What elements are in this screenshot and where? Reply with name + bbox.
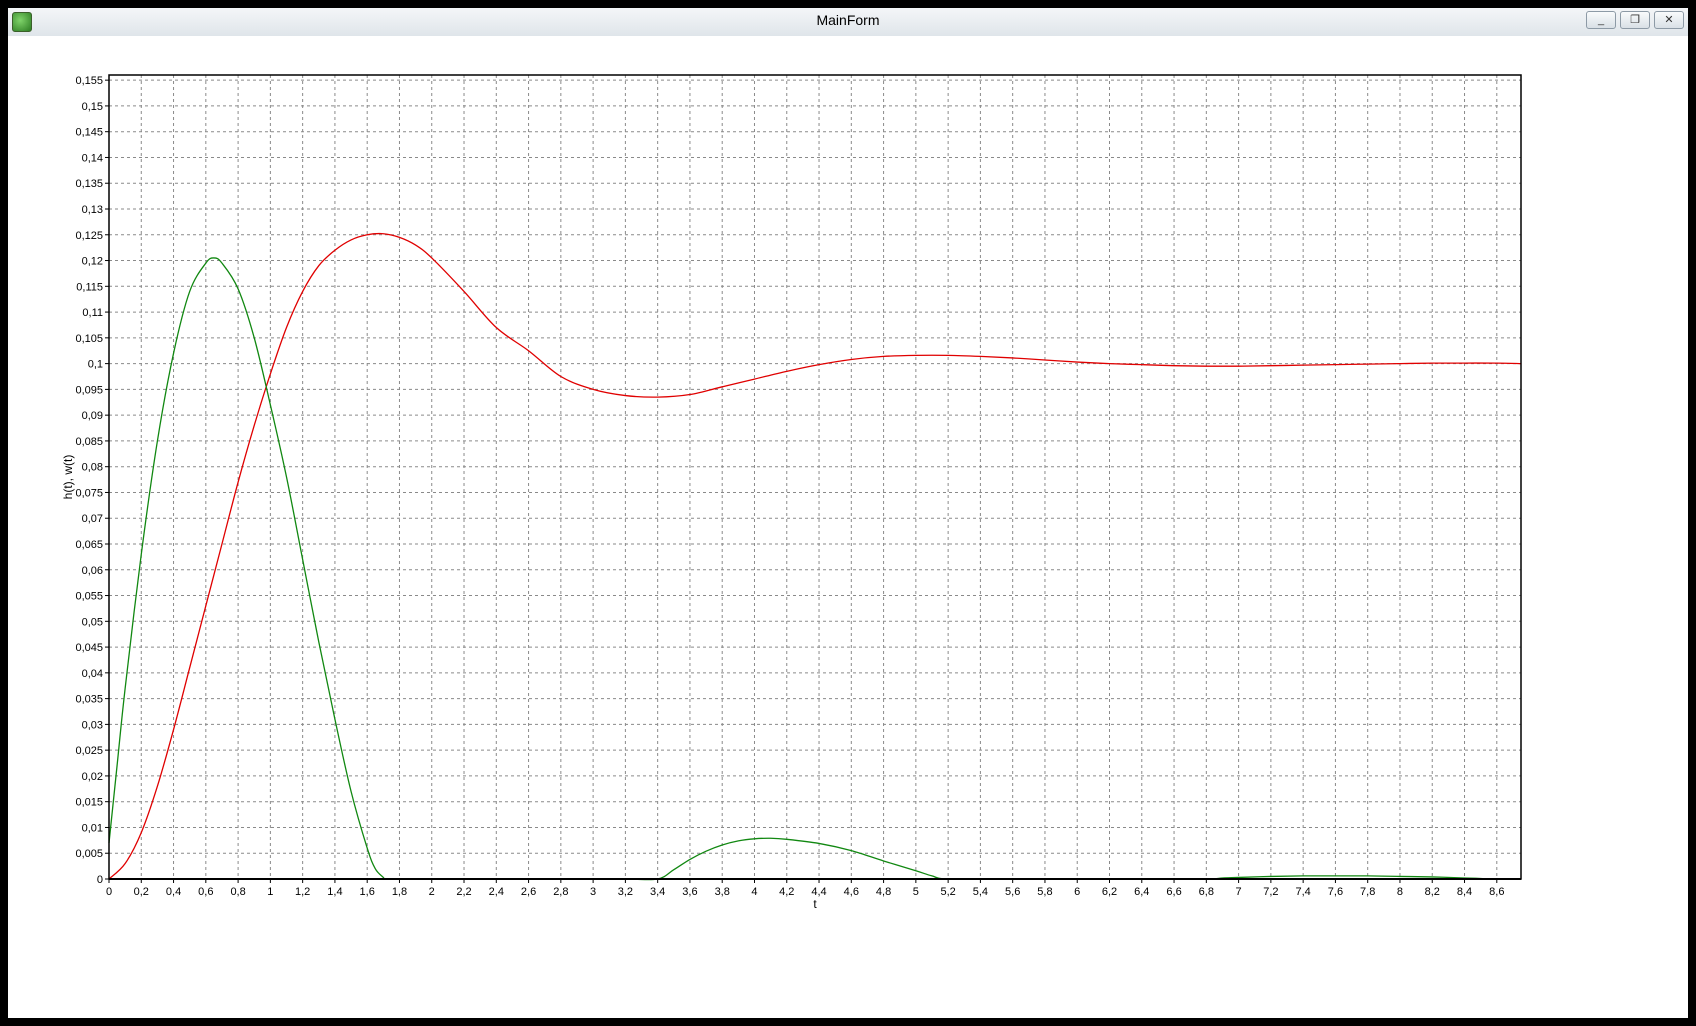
x-tick-label: 5,6 xyxy=(1005,886,1020,898)
x-tick-label: 7,4 xyxy=(1296,886,1311,898)
y-tick-label: 0,03 xyxy=(82,719,103,731)
x-tick-label: 4,2 xyxy=(779,886,794,898)
y-tick-label: 0,1 xyxy=(88,359,103,371)
x-tick-label: 7,2 xyxy=(1263,886,1278,898)
x-tick-label: 7,8 xyxy=(1360,886,1375,898)
x-tick-label: 8 xyxy=(1397,886,1403,898)
y-tick-label: 0,12 xyxy=(82,256,103,268)
minimize-icon: _ xyxy=(1597,14,1605,26)
y-tick-label: 0,105 xyxy=(75,333,103,345)
x-tick-label: 2,2 xyxy=(456,886,471,898)
x-tick-label: 8,4 xyxy=(1457,886,1472,898)
minimize-button[interactable]: _ xyxy=(1586,11,1616,29)
x-tick-label: 6 xyxy=(1074,886,1080,898)
x-tick-label: 5,4 xyxy=(973,886,988,898)
y-tick-label: 0,02 xyxy=(82,771,103,783)
x-tick-label: 2 xyxy=(429,886,435,898)
x-tick-label: 8,2 xyxy=(1425,886,1440,898)
x-tick-label: 3,2 xyxy=(618,886,633,898)
x-tick-label: 5,8 xyxy=(1037,886,1052,898)
y-tick-label: 0,005 xyxy=(75,848,103,860)
y-tick-label: 0,11 xyxy=(82,307,103,319)
x-tick-label: 0 xyxy=(106,886,112,898)
x-tick-label: 2,6 xyxy=(521,886,536,898)
x-tick-label: 1 xyxy=(267,886,273,898)
y-tick-label: 0,065 xyxy=(75,539,103,551)
y-tick-label: 0,075 xyxy=(75,487,103,499)
x-tick-label: 4 xyxy=(751,886,757,898)
x-tick-label: 4,6 xyxy=(844,886,859,898)
y-tick-label: 0,115 xyxy=(76,281,103,293)
x-tick-label: 3,4 xyxy=(650,886,665,898)
x-tick-label: 2,8 xyxy=(553,886,568,898)
x-tick-label: 6,4 xyxy=(1134,886,1149,898)
x-tick-label: 8,6 xyxy=(1489,886,1504,898)
y-tick-label: 0,055 xyxy=(75,591,103,603)
x-tick-label: 1,2 xyxy=(295,886,310,898)
y-tick-label: 0,15 xyxy=(82,101,103,113)
x-tick-label: 6,6 xyxy=(1166,886,1181,898)
y-tick-label: 0,025 xyxy=(75,745,103,757)
y-tick-label: 0,14 xyxy=(82,152,103,164)
x-tick-label: 3,6 xyxy=(682,886,697,898)
main-window: MainForm _ ❐ ✕ 0 0,2 0,4 0,6 0,8 1 1,2 1,4 1,6 1,… xyxy=(8,8,1688,1018)
y-tick-label: 0,045 xyxy=(75,642,103,654)
close-button[interactable]: ✕ xyxy=(1654,11,1684,29)
y-tick-label: 0,08 xyxy=(82,462,103,474)
restore-icon: ❐ xyxy=(1630,14,1640,26)
x-tick-label: 3,8 xyxy=(715,886,730,898)
y-tick-label: 0,145 xyxy=(75,127,103,139)
x-tick-label: 0,2 xyxy=(134,886,149,898)
x-tick-label: 5,2 xyxy=(940,886,955,898)
window-title: MainForm xyxy=(816,12,880,28)
y-tick-label: 0,125 xyxy=(75,230,103,242)
y-tick-label: 0,095 xyxy=(75,384,103,396)
y-tick-label: 0,01 xyxy=(82,822,103,834)
x-tick-label: 0,4 xyxy=(166,886,181,898)
x-tick-label: 3 xyxy=(590,886,596,898)
x-tick-label: 5 xyxy=(913,886,919,898)
title-bar[interactable]: MainForm _ ❐ ✕ xyxy=(8,8,1688,37)
y-tick-label: 0,04 xyxy=(82,668,103,680)
x-tick-label: 1,4 xyxy=(327,886,342,898)
y-tick-label: 0,015 xyxy=(75,797,103,809)
restore-button[interactable]: ❐ xyxy=(1620,11,1650,29)
y-tick-label: 0,155 xyxy=(75,75,103,87)
y-tick-label: 0,13 xyxy=(82,204,103,216)
x-tick-label: 1,8 xyxy=(392,886,407,898)
y-tick-label: 0,135 xyxy=(75,178,103,190)
x-tick-label: 7 xyxy=(1236,886,1242,898)
chart: 0 0,2 0,4 0,6 0,8 1 1,2 1,4 1,6 1,8 2 2,2 2,4 2,6 2,8 3… xyxy=(8,36,1688,1018)
x-tick-label: 2,4 xyxy=(489,886,504,898)
x-tick-label: 1,6 xyxy=(360,886,375,898)
x-tick-label: 6,8 xyxy=(1199,886,1214,898)
y-tick-label: 0,05 xyxy=(82,616,103,628)
x-tick-label: 7,6 xyxy=(1328,886,1343,898)
x-tick-label: 0,8 xyxy=(230,886,245,898)
y-tick-label: 0,09 xyxy=(82,410,103,422)
y-tick-label: 0,07 xyxy=(82,513,103,525)
y-tick-label: 0,06 xyxy=(82,565,103,577)
x-tick-label: 6,2 xyxy=(1102,886,1117,898)
y-tick-label: 0,035 xyxy=(75,694,103,706)
x-tick-label: 0,6 xyxy=(198,886,213,898)
close-icon: ✕ xyxy=(1664,14,1674,26)
y-tick-label: 0,085 xyxy=(75,436,103,448)
x-tick-label: 4,8 xyxy=(876,886,891,898)
y-tick-label: 0 xyxy=(97,874,103,886)
y-axis-label: h(t), w(t) xyxy=(61,455,75,500)
